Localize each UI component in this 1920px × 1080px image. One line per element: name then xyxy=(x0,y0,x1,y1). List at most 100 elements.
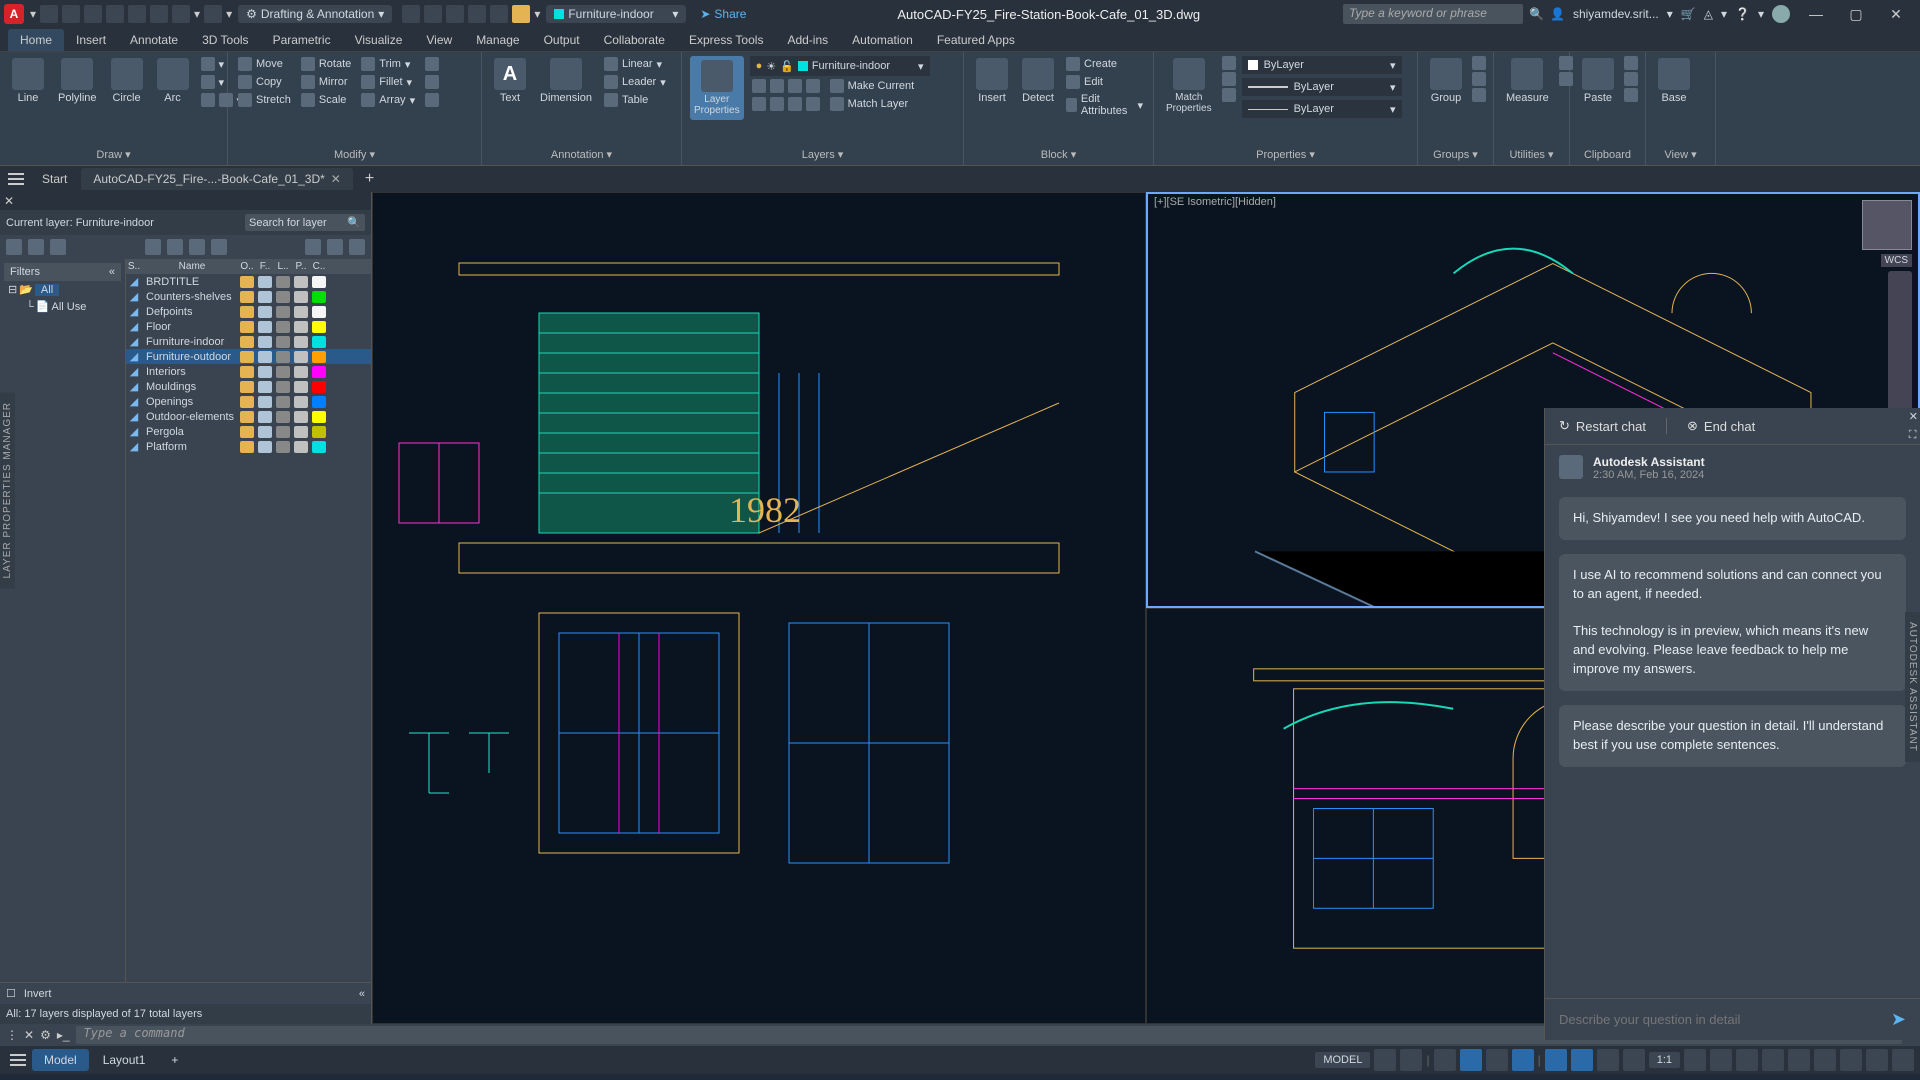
layer-row[interactable]: ◢BRDTITLE xyxy=(126,274,371,289)
layer-row[interactable]: ◢Mouldings xyxy=(126,379,371,394)
rotate-button[interactable]: Rotate xyxy=(299,56,353,72)
polyline-button[interactable]: Polyline xyxy=(54,56,101,106)
tab-model[interactable]: Model xyxy=(32,1049,89,1071)
linear-button[interactable]: Linear▾ xyxy=(602,56,668,72)
minimize-button[interactable]: — xyxy=(1796,1,1836,27)
layer-row[interactable]: ◢Pergola xyxy=(126,424,371,439)
assistant-side-label[interactable]: AUTODESK ASSISTANT xyxy=(1905,612,1920,762)
isolate-toggle[interactable] xyxy=(1814,1049,1836,1071)
customize-status-icon[interactable] xyxy=(1892,1049,1914,1071)
insert-block-button[interactable]: Insert xyxy=(972,56,1012,106)
cleanscreen-toggle[interactable] xyxy=(1866,1049,1888,1071)
collapse-icon[interactable]: « xyxy=(109,266,115,278)
text-button[interactable]: AText xyxy=(490,56,530,106)
color-dropdown[interactable]: ByLayer▾ xyxy=(1242,56,1402,74)
qat-extra4-icon[interactable] xyxy=(468,5,486,23)
workspace-dropdown[interactable]: ⚙ Drafting & Annotation ▾ xyxy=(238,5,392,23)
transparency-toggle[interactable] xyxy=(1623,1049,1645,1071)
tab-view[interactable]: View xyxy=(414,29,464,51)
grid-toggle[interactable] xyxy=(1374,1049,1396,1071)
create-block-button[interactable]: Create xyxy=(1064,56,1145,72)
arc-button[interactable]: Arc xyxy=(153,56,193,106)
close-icon[interactable]: ✕ xyxy=(331,172,341,186)
scale-button[interactable]: Scale xyxy=(299,92,353,108)
measure-button[interactable]: Measure xyxy=(1502,56,1553,106)
ortho-toggle[interactable] xyxy=(1434,1049,1456,1071)
edit-block-button[interactable]: Edit xyxy=(1064,74,1145,90)
add-layout-button[interactable]: + xyxy=(159,1049,190,1071)
layer-row[interactable]: ◢Furniture-outdoor xyxy=(126,349,371,364)
qat-bulb-icon[interactable] xyxy=(512,5,530,23)
detect-button[interactable]: Detect xyxy=(1018,56,1058,106)
help-search-input[interactable]: Type a keyword or phrase xyxy=(1343,4,1523,24)
cart-icon[interactable]: 🛒 xyxy=(1681,7,1696,21)
layout-menu-icon[interactable] xyxy=(6,1050,30,1070)
tab-start[interactable]: Start xyxy=(30,168,79,190)
line-button[interactable]: Line xyxy=(8,56,48,106)
array-button[interactable]: Array▾ xyxy=(359,92,417,108)
menu-icon[interactable] xyxy=(4,169,28,189)
layer-row[interactable]: ◢Interiors xyxy=(126,364,371,379)
linetype-dropdown[interactable]: ByLayer▾ xyxy=(1242,100,1402,118)
polar-toggle[interactable] xyxy=(1460,1049,1482,1071)
maximize-button[interactable]: ▢ xyxy=(1836,1,1876,27)
layer-row[interactable]: ◢Defpoints xyxy=(126,304,371,319)
tree-node-all-used[interactable]: All Use xyxy=(52,301,87,313)
workspace-toggle[interactable] xyxy=(1710,1049,1732,1071)
layer-search-input[interactable]: Search for layer🔍 xyxy=(245,214,365,231)
close-button[interactable]: ✕ xyxy=(1876,1,1916,27)
send-icon[interactable]: ➤ xyxy=(1891,1009,1906,1030)
tab-visualize[interactable]: Visualize xyxy=(343,29,415,51)
cloud-icon[interactable] xyxy=(1772,5,1790,23)
lineweight-dropdown[interactable]: ByLayer▾ xyxy=(1242,78,1402,96)
layer-properties-button[interactable]: Layer Properties xyxy=(690,56,744,120)
qat-extra5-icon[interactable] xyxy=(490,5,508,23)
new-layer-icon[interactable] xyxy=(6,239,22,255)
tab-home[interactable]: Home xyxy=(8,29,64,51)
tab-add-ins[interactable]: Add-ins xyxy=(775,29,840,51)
anno-scale[interactable]: 1:1 xyxy=(1649,1052,1680,1068)
mirror-button[interactable]: Mirror xyxy=(299,74,353,90)
lineweight-toggle[interactable] xyxy=(1597,1049,1619,1071)
otrack-toggle[interactable] xyxy=(1571,1049,1593,1071)
layer-row[interactable]: ◢Openings xyxy=(126,394,371,409)
refresh-icon[interactable] xyxy=(305,239,321,255)
qat-web-icon[interactable] xyxy=(128,5,146,23)
match-props-button[interactable]: Match Properties xyxy=(1162,56,1216,116)
table-button[interactable]: Table xyxy=(602,92,668,108)
isodraft-toggle[interactable] xyxy=(1486,1049,1508,1071)
fillet-button[interactable]: Fillet▾ xyxy=(359,74,417,90)
paste-button[interactable]: Paste xyxy=(1578,56,1618,106)
osnap-toggle[interactable] xyxy=(1512,1049,1534,1071)
layer-row[interactable]: ◢Counters-shelves xyxy=(126,289,371,304)
tab-insert[interactable]: Insert xyxy=(64,29,118,51)
new-filter-icon[interactable] xyxy=(28,239,44,255)
panel-title[interactable]: Draw ▾ xyxy=(8,146,219,161)
restart-chat-button[interactable]: ↻ Restart chat xyxy=(1559,418,1646,434)
tab-parametric[interactable]: Parametric xyxy=(261,29,343,51)
units-toggle[interactable] xyxy=(1762,1049,1784,1071)
edit-attrs-button[interactable]: Edit Attributes▾ xyxy=(1064,92,1145,118)
layer-states-icon[interactable] xyxy=(50,239,66,255)
circle-button[interactable]: Circle xyxy=(107,56,147,106)
layer-row[interactable]: ◢Platform xyxy=(126,439,371,454)
dimension-button[interactable]: Dimension xyxy=(536,56,596,106)
trim-button[interactable]: Trim▾ xyxy=(359,56,417,72)
layer-quick-dropdown[interactable]: Furniture-indoor ▾ xyxy=(546,5,686,23)
layer-row[interactable]: ◢Outdoor-elements xyxy=(126,409,371,424)
qat-extra1-icon[interactable] xyxy=(402,5,420,23)
tab-output[interactable]: Output xyxy=(532,29,592,51)
autodesk-app-icon[interactable]: ◬ xyxy=(1704,7,1713,21)
snap-toggle[interactable] xyxy=(1400,1049,1422,1071)
tab-express-tools[interactable]: Express Tools xyxy=(677,29,775,51)
tab-layout1[interactable]: Layout1 xyxy=(91,1049,158,1071)
help-icon[interactable]: ❔ xyxy=(1735,7,1750,21)
qat-plot-icon[interactable] xyxy=(150,5,168,23)
settings-icon[interactable] xyxy=(349,239,365,255)
qat-new-icon[interactable] xyxy=(40,5,58,23)
qat-save-icon[interactable] xyxy=(84,5,102,23)
collapse-icon[interactable]: « xyxy=(359,988,365,1000)
viewport-label[interactable]: [+][SE Isometric][Hidden] xyxy=(1154,196,1276,208)
qat-extra2-icon[interactable] xyxy=(424,5,442,23)
gear-toggle[interactable] xyxy=(1684,1049,1706,1071)
